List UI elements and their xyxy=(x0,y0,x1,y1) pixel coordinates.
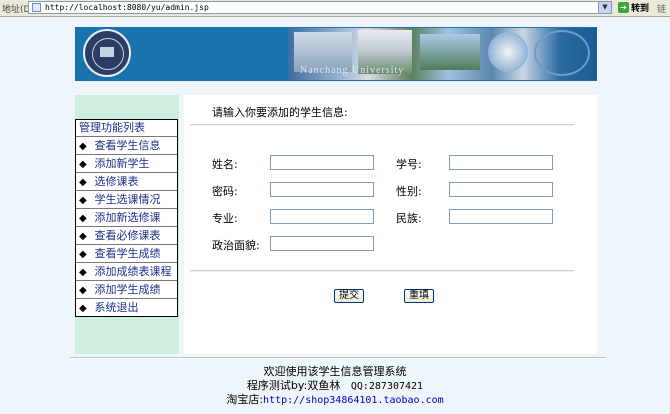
diamond-bullet-icon: ◆ xyxy=(79,303,87,314)
sidebar-item-label[interactable]: 添加新选修课 xyxy=(95,211,161,224)
diamond-bullet-icon: ◆ xyxy=(79,285,87,296)
password-input[interactable] xyxy=(270,182,374,197)
diamond-bullet-icon: ◆ xyxy=(79,159,87,170)
sidebar-item-view-students[interactable]: ◆ 查看学生信息 xyxy=(76,137,177,155)
sidebar-item-label[interactable]: 系统退出 xyxy=(95,301,139,314)
banner: Nanchang University xyxy=(75,27,597,81)
divider xyxy=(190,270,574,272)
page-icon xyxy=(32,3,41,12)
banner-university-name: Nanchang University xyxy=(300,65,405,76)
go-button[interactable]: ➔ 转到 xyxy=(618,1,649,14)
diamond-bullet-icon: ◆ xyxy=(79,213,87,224)
shop-link[interactable]: http://shop34864101.taobao.com xyxy=(263,395,444,406)
sidebar-item-add-elective[interactable]: ◆ 添加新选修课 xyxy=(76,209,177,227)
reset-button[interactable]: 重填 xyxy=(404,289,434,303)
footer-divider xyxy=(70,357,606,359)
sidebar-menu: 管理功能列表 ◆ 查看学生信息 ◆ 添加新学生 ◆ 选修课表 ◆ 学生选课情况 … xyxy=(75,119,178,317)
diamond-bullet-icon: ◆ xyxy=(79,267,87,278)
sidebar-item-label[interactable]: 学生选课情况 xyxy=(95,193,161,206)
form-prompt: 请输入你要添加的学生信息: xyxy=(212,106,348,119)
footer-shop: 淘宝店:http://shop34864101.taobao.com xyxy=(0,391,670,407)
sidebar-item-label[interactable]: 查看学生信息 xyxy=(95,139,161,152)
sidebar-item-required-courses[interactable]: ◆ 查看必修课表 xyxy=(76,227,177,245)
shop-label: 淘宝店: xyxy=(226,393,264,406)
sidebar-item-label[interactable]: 添加新学生 xyxy=(95,157,150,170)
go-button-label: 转到 xyxy=(631,4,650,14)
sidebar-item-label[interactable]: 选修课表 xyxy=(95,175,139,188)
chevron-down-icon[interactable]: ▼ xyxy=(598,2,611,13)
major-input[interactable] xyxy=(270,209,374,224)
gender-input[interactable] xyxy=(449,182,553,197)
sidebar-item-course-selection[interactable]: ◆ 学生选课情况 xyxy=(76,191,177,209)
sidebar-item-label[interactable]: 添加成绩表课程 xyxy=(95,265,172,278)
name-input[interactable] xyxy=(270,155,374,170)
diamond-bullet-icon: ◆ xyxy=(79,231,87,242)
diamond-bullet-icon: ◆ xyxy=(79,177,87,188)
political-status-input[interactable] xyxy=(270,236,374,251)
ethnicity-label: 民族: xyxy=(396,212,422,225)
sidebar-item-add-student[interactable]: ◆ 添加新学生 xyxy=(76,155,177,173)
sidebar-item-view-grades[interactable]: ◆ 查看学生成绩 xyxy=(76,245,177,263)
links-label[interactable]: 链 xyxy=(657,2,666,15)
password-label: 密码: xyxy=(212,185,238,198)
sidebar-item-label[interactable]: 添加学生成绩 xyxy=(95,283,161,296)
divider xyxy=(190,124,574,126)
name-label: 姓名: xyxy=(212,158,238,171)
sidebar-item-label[interactable]: 查看学生成绩 xyxy=(95,247,161,260)
political-status-label: 政治面貌: xyxy=(212,239,260,252)
diamond-bullet-icon: ◆ xyxy=(79,195,87,206)
gender-label: 性别: xyxy=(396,185,422,198)
go-arrow-icon: ➔ xyxy=(618,2,629,13)
major-label: 专业: xyxy=(212,212,238,225)
university-seal-logo xyxy=(83,29,131,77)
sidebar-title: 管理功能列表 xyxy=(76,120,177,137)
url-text[interactable]: http://localhost:8080/yu/admin.jsp xyxy=(45,2,209,14)
sidebar-item-add-grades[interactable]: ◆ 添加学生成绩 xyxy=(76,281,177,299)
diamond-bullet-icon: ◆ xyxy=(79,249,87,260)
student-id-input[interactable] xyxy=(449,155,553,170)
add-student-form: 请输入你要添加的学生信息: 姓名: 学号: 密码: 性别: 专业: 民族: 政治… xyxy=(184,95,597,354)
ethnicity-input[interactable] xyxy=(449,209,553,224)
diamond-bullet-icon: ◆ xyxy=(79,141,87,152)
sidebar-item-elective-courses[interactable]: ◆ 选修课表 xyxy=(76,173,177,191)
sidebar-item-add-grade-course[interactable]: ◆ 添加成绩表课程 xyxy=(76,263,177,281)
student-id-label: 学号: xyxy=(396,158,422,171)
submit-button[interactable]: 提交 xyxy=(334,289,364,303)
sidebar-item-logout[interactable]: ◆ 系统退出 xyxy=(76,299,177,316)
url-field[interactable]: http://localhost:8080/yu/admin.jsp ▼ xyxy=(28,1,612,14)
sidebar-item-label[interactable]: 查看必修课表 xyxy=(95,229,161,242)
address-bar: 地址(D) http://localhost:8080/yu/admin.jsp… xyxy=(0,0,670,17)
